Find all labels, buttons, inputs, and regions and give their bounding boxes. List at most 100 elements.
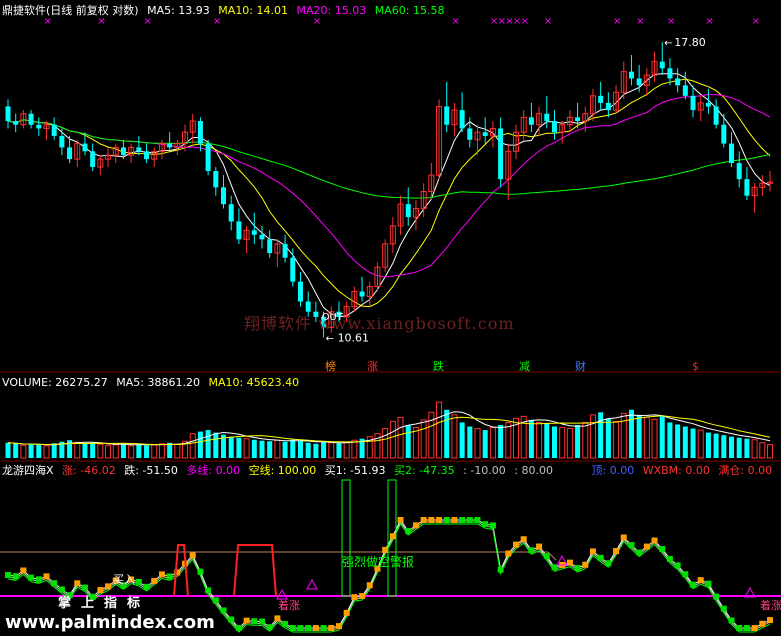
ma5-label: MA5: 13.93 — [147, 4, 210, 17]
volume-bar-down — [5, 442, 11, 458]
red-pulse-1 — [233, 544, 277, 597]
candle-body-down — [221, 187, 227, 205]
oscillator-dot — [466, 517, 473, 523]
volume-bar-down — [205, 430, 211, 458]
candle-body-down — [675, 78, 681, 86]
signal-marker-2: 跌 — [433, 359, 444, 373]
triangle-marker-1 — [306, 578, 318, 590]
volume-bar-up — [174, 443, 181, 459]
oscillator-dot — [759, 620, 766, 627]
volume-bar-down — [267, 441, 273, 458]
volume-bar-up — [643, 416, 650, 459]
oscillator-dot — [312, 625, 319, 631]
top-cross-marker: × — [667, 16, 675, 27]
oscillator-dot — [5, 572, 11, 578]
oscillator-dot — [158, 571, 165, 578]
candle-body-down — [251, 230, 257, 235]
high-arrow: ← — [664, 38, 672, 49]
oscillator-dot — [720, 605, 727, 612]
candle-body-down — [744, 179, 750, 196]
indicator-name: 龙游四海X — [2, 464, 54, 477]
volume-panel-header: VOLUME: 26275.27 MA5: 38861.20 MA10: 456… — [2, 376, 304, 389]
volume-bar-down — [228, 436, 234, 458]
oscillator-dot — [212, 597, 219, 604]
oscillator-dot — [328, 625, 335, 631]
volume-bar-up — [767, 444, 773, 459]
oscillator-dot — [166, 573, 173, 580]
volume-bar-up — [474, 428, 481, 459]
signal-marker-0: 榜 — [325, 359, 336, 373]
volume-ma5-label: MA5: 38861.20 — [116, 376, 200, 389]
signal-marker-5: $ — [692, 360, 699, 373]
top-cross-marker: × — [521, 16, 529, 27]
candle-body-down — [197, 121, 203, 144]
volume-bar-down — [259, 440, 265, 458]
volume-bar-down — [167, 442, 173, 458]
volume-bar-down — [498, 425, 504, 458]
candle-body-down — [528, 117, 534, 125]
volume-bar-up — [613, 420, 620, 459]
oscillator-dot — [81, 584, 88, 591]
volume-bar-down — [336, 443, 342, 458]
candle-body-down — [213, 171, 219, 188]
oscillator-dot — [259, 618, 265, 625]
candle-body-down — [736, 163, 742, 180]
volume-bar-down — [290, 439, 296, 458]
candle-body-down — [282, 243, 288, 258]
top-cross-marker: × — [636, 16, 644, 27]
volume-bar-up — [328, 442, 335, 459]
volume-bar-down — [28, 444, 34, 458]
oscillator-dot — [266, 624, 273, 631]
volume-bar-down — [713, 433, 719, 458]
oscillator-dot — [320, 625, 327, 631]
oscillator-dot — [428, 517, 435, 523]
oscillator-dot — [505, 550, 512, 557]
volume-bar-down — [51, 443, 57, 458]
oscillator-dot — [143, 583, 150, 590]
watermark-text: 翔博软件 www.xiangbosoft.com — [244, 314, 515, 333]
volume-bar-down — [605, 418, 611, 458]
candle-body-down — [405, 204, 411, 218]
volume-bar-up — [151, 444, 158, 459]
volume-bar-down — [213, 432, 219, 458]
oscillator-dot — [366, 582, 373, 589]
indicator-panel-header: 龙游四海X 涨: -46.02 跌: -51.50 多线: 0.00 空线: 1… — [2, 464, 777, 477]
oscillator-dot — [682, 571, 689, 578]
oscillator-dot — [397, 517, 404, 523]
candle-body-down — [575, 117, 581, 122]
volume-bar-up — [651, 418, 658, 459]
oscillator-dot — [520, 536, 527, 543]
oscillator-dot — [751, 625, 758, 631]
volume-bar-up — [158, 443, 165, 459]
volume-bar-down — [659, 416, 665, 458]
volume-bar-up — [112, 444, 119, 459]
volume-bar-up — [189, 433, 196, 459]
oscillator-dot — [459, 517, 466, 523]
volume-bar-up — [389, 420, 396, 459]
oscillator-dot — [482, 521, 489, 528]
oscillator-dot — [613, 548, 620, 555]
oscillator-dot — [597, 554, 604, 561]
volume-bar-up — [128, 445, 135, 459]
candle-body-down — [51, 124, 57, 136]
candle-body-down — [636, 78, 642, 86]
volume-bar-down — [90, 442, 96, 458]
volume-bar-down — [136, 444, 142, 458]
volume-bar-up — [489, 427, 496, 459]
top-cross-marker: × — [705, 16, 713, 27]
oscillator-dot — [443, 517, 450, 523]
candle-body-down — [459, 110, 465, 129]
candle-body-down — [551, 121, 557, 133]
buy-label: 买入 — [113, 573, 135, 586]
candle-body-down — [297, 281, 303, 302]
oscillator-dot — [636, 549, 643, 556]
ma10-label: MA10: 14.01 — [218, 4, 289, 17]
candle-body-down — [5, 106, 11, 122]
volume-bar-up — [428, 411, 435, 459]
high-price-label: 17.80 — [674, 36, 706, 49]
candle-body-down — [498, 128, 504, 180]
candle-body-down — [59, 135, 65, 148]
oscillator-dot — [528, 547, 535, 554]
oscillator-dot — [51, 580, 58, 587]
volume-bar-up — [697, 429, 704, 459]
